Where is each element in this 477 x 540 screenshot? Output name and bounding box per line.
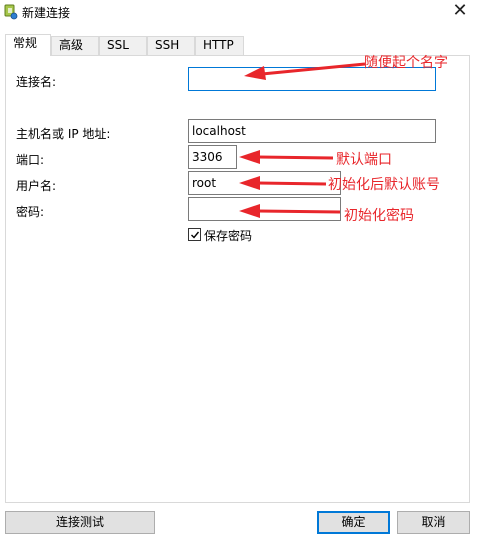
- tab-advanced[interactable]: 高级: [51, 36, 99, 55]
- cancel-button[interactable]: 取消: [397, 511, 470, 534]
- port-input[interactable]: 3306: [188, 145, 237, 169]
- host-input[interactable]: localhost: [188, 119, 436, 143]
- save-password-label: 保存密码: [204, 229, 253, 243]
- annotation-password: 初始化密码: [344, 208, 414, 224]
- close-button[interactable]: ✕: [443, 0, 477, 24]
- tab-http[interactable]: HTTP: [195, 36, 244, 55]
- username-label: 用户名:: [16, 179, 57, 193]
- save-password-checkbox[interactable]: [188, 228, 201, 241]
- close-icon: ✕: [452, 0, 468, 21]
- tab-general[interactable]: 常规: [5, 34, 51, 56]
- port-label: 端口:: [16, 153, 45, 167]
- password-label: 密码:: [16, 205, 45, 219]
- check-icon: [191, 231, 200, 239]
- ok-button[interactable]: 确定: [317, 511, 390, 534]
- annotation-username: 初始化后默认账号: [328, 177, 440, 193]
- host-label: 主机名或 IP 地址:: [16, 127, 111, 141]
- tab-ssh[interactable]: SSH: [147, 36, 195, 55]
- title-bar: 新建连接 ✕: [0, 0, 477, 27]
- test-connection-button[interactable]: 连接测试: [5, 511, 155, 534]
- connection-name-label: 连接名:: [16, 75, 57, 89]
- tab-label: HTTP: [203, 38, 234, 52]
- annotation-connection-name: 随便起个名字: [364, 55, 448, 71]
- tab-ssl[interactable]: SSL: [99, 36, 147, 55]
- arrow-icon: [244, 62, 366, 80]
- annotation-port: 默认端口: [336, 152, 392, 168]
- tab-label: SSH: [155, 38, 180, 52]
- tab-label: SSL: [107, 38, 129, 52]
- app-icon: [4, 4, 18, 20]
- arrow-icon: [239, 176, 327, 190]
- window-title: 新建连接: [22, 6, 71, 20]
- tab-label: 高级: [59, 38, 84, 52]
- tab-label: 常规: [13, 36, 38, 50]
- arrow-icon: [239, 204, 341, 218]
- arrow-icon: [239, 150, 334, 164]
